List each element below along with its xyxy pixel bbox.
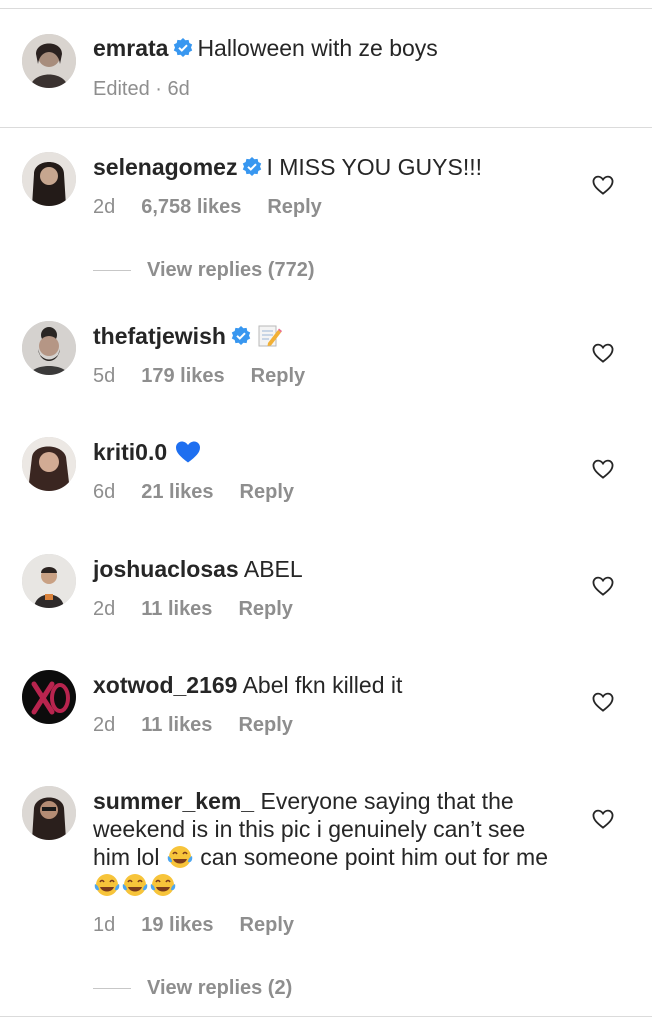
replies-dash [93,270,131,272]
likes-count[interactable]: 179 likes [141,364,224,388]
comment-time: 1d [93,914,116,936]
comment-meta: 2d 11 likes Reply [93,597,293,621]
comment-time: 5d [93,365,116,387]
caption-text: Halloween with ze boys [197,35,438,61]
likes-count[interactable]: 19 likes [141,913,213,937]
like-heart-icon[interactable] [592,809,614,829]
username[interactable]: thefatjewish [93,323,226,349]
likes-count[interactable]: 11 likes [141,597,212,621]
post-meta: Edited · 6d [93,78,190,100]
avatar-kriti[interactable] [22,437,76,491]
reply-button[interactable]: Reply [240,913,294,937]
comment-meta: 6d 21 likes Reply [93,480,294,504]
comment-joshuaclosas: joshuaclosas ABEL [93,555,563,583]
top-divider [0,8,652,9]
comment-thefatjewish: thefatjewish [93,322,563,350]
comment-text: I MISS YOU GUYS!!! [266,154,483,180]
reply-button[interactable]: Reply [267,195,321,219]
avatar-xotwod[interactable] [22,670,76,724]
reply-button[interactable]: Reply [240,480,294,504]
face-with-tears-of-joy-icon [167,845,193,869]
avatar-summer-kem[interactable] [22,786,76,840]
comment-time: 2d [93,714,116,736]
like-heart-icon[interactable] [592,175,614,195]
verified-badge-icon [231,326,251,346]
comment-xotwod: xotwod_2169 Abel fkn killed it [93,671,563,699]
comment-time: 6d [93,481,116,503]
replies-dash [93,988,131,990]
comment-text: ABEL [243,556,303,582]
username[interactable]: summer_kem_ [93,788,254,814]
like-heart-icon[interactable] [592,459,614,479]
avatar-emrata[interactable] [22,34,76,88]
memo-emoji-icon [256,324,282,348]
comment-meta: 1d 19 likes Reply [93,913,294,937]
likes-count[interactable]: 6,758 likes [141,195,241,219]
like-heart-icon[interactable] [592,576,614,596]
reply-button[interactable]: Reply [251,364,305,388]
face-with-tears-of-joy-icon [122,873,148,897]
face-with-tears-of-joy-icon [94,873,120,897]
face-with-tears-of-joy-icon [150,873,176,897]
likes-count[interactable]: 11 likes [141,713,212,737]
avatar-joshuaclosas[interactable] [22,554,76,608]
post-caption: emrata Halloween with ze boys [93,34,563,62]
blue-heart-emoji-icon [175,440,201,464]
username[interactable]: kriti0.0 [93,439,167,465]
reply-button[interactable]: Reply [238,713,292,737]
comment-meta: 2d 11 likes Reply [93,713,293,737]
comment-summer-kem: summer_kem_ Everyone saying that the wee… [93,787,563,899]
username[interactable]: selenagomez [93,154,237,180]
like-heart-icon[interactable] [592,692,614,712]
verified-badge-icon [242,157,262,177]
comment-time: 2d [93,196,116,218]
like-heart-icon[interactable] [592,343,614,363]
verified-badge-icon [173,38,193,58]
avatar-thefatjewish[interactable] [22,321,76,375]
view-replies-button[interactable]: View replies (772) [93,258,315,282]
comment-time: 2d [93,598,116,620]
comment-meta: 5d 179 likes Reply [93,364,305,388]
likes-count[interactable]: 21 likes [141,480,213,504]
comment-meta: 2d 6,758 likes Reply [93,195,322,219]
comment-text-part2: can someone point him out for me [200,844,548,870]
comment-selenagomez: selenagomez I MISS YOU GUYS!!! [93,153,563,181]
view-replies-button[interactable]: View replies (2) [93,976,292,1000]
caption-divider [0,127,652,128]
reply-button[interactable]: Reply [238,597,292,621]
bottom-divider [0,1016,652,1017]
avatar-selenagomez[interactable] [22,152,76,206]
comment-text: Abel fkn killed it [242,672,403,698]
username[interactable]: emrata [93,35,168,61]
username[interactable]: joshuaclosas [93,556,239,582]
comment-kriti: kriti0.0 [93,438,563,466]
username[interactable]: xotwod_2169 [93,672,237,698]
